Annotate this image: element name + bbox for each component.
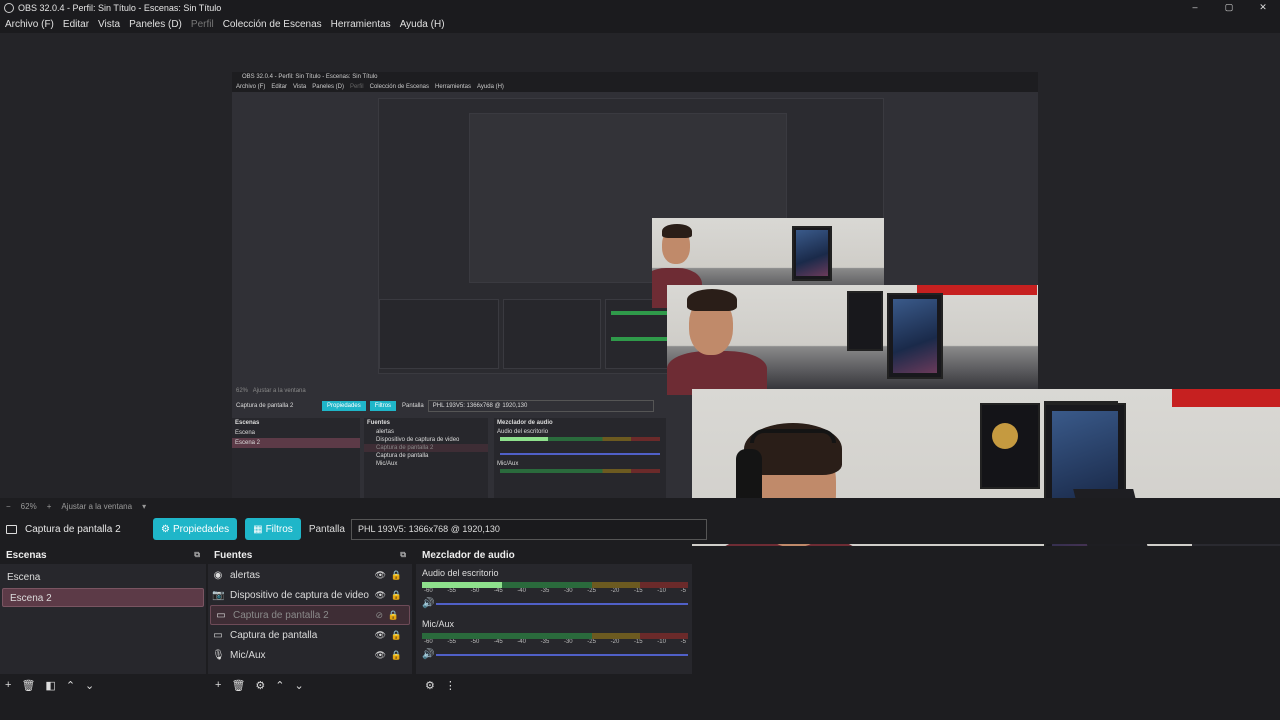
close-button[interactable]: ✕ bbox=[1246, 0, 1280, 15]
scene-item[interactable]: Escena bbox=[0, 568, 206, 587]
browser-icon: ◉ bbox=[213, 569, 223, 581]
channel-name: Audio del escritorio bbox=[422, 568, 499, 578]
move-up-icon[interactable]: ⌃ bbox=[275, 679, 284, 692]
scene-item-selected[interactable]: Escena 2 bbox=[2, 588, 204, 607]
add-source-button[interactable]: + bbox=[215, 679, 221, 691]
chevron-down-icon[interactable]: ▾ bbox=[142, 502, 146, 511]
nested-title: OBS 32.0.4 - Perfil: Sin Título - Escena… bbox=[232, 72, 1038, 82]
volume-slider[interactable] bbox=[436, 653, 688, 656]
menu-herramientas[interactable]: Herramientas bbox=[331, 19, 391, 30]
mixer-title: Mezclador de audio bbox=[422, 549, 515, 561]
channel-name: Mic/Aux bbox=[422, 619, 455, 629]
sources-title: Fuentes bbox=[214, 549, 253, 561]
menu-vista[interactable]: Vista bbox=[98, 19, 120, 30]
filters-button[interactable]: ▦ Filtros bbox=[245, 518, 301, 540]
obs-logo-icon bbox=[4, 2, 14, 13]
speaker-icon[interactable]: 🔊 bbox=[422, 598, 436, 609]
eye-hidden-icon[interactable]: ⊘ bbox=[375, 610, 383, 621]
monitor-icon: ▭ bbox=[216, 609, 226, 621]
undock-icon[interactable]: ⧉ bbox=[194, 550, 200, 560]
move-down-icon[interactable]: ⌄ bbox=[295, 679, 304, 692]
move-down-icon[interactable]: ⌄ bbox=[85, 679, 94, 692]
scale-bar: − 62% + Ajustar a la ventana ▾ bbox=[0, 498, 1280, 514]
undock-icon[interactable]: ⧉ bbox=[400, 550, 406, 560]
display-select[interactable]: PHL 193V5: 1366x768 @ 1920,130 bbox=[350, 518, 707, 540]
sources-toolbar: + 🗑 ⚙ ⌃ ⌄ bbox=[210, 674, 410, 696]
mixer-toolbar: ⚙ ⋮ bbox=[420, 674, 620, 696]
lock-icon[interactable]: 🔒 bbox=[391, 650, 402, 661]
nested-zoom: 62% Ajustar a la ventana bbox=[236, 388, 306, 394]
remove-scene-icon[interactable]: 🗑 bbox=[21, 679, 35, 692]
mic-icon: 🎙 bbox=[212, 649, 225, 661]
source-item[interactable]: ▭ Captura de pantalla 👁 🔒 bbox=[208, 625, 412, 645]
menu-ayuda[interactable]: Ayuda (H) bbox=[400, 19, 445, 30]
source-item[interactable]: 📷 Dispositivo de captura de video 👁 🔒 bbox=[208, 585, 412, 605]
zoom-out-button[interactable]: − bbox=[6, 502, 11, 511]
menu-perfil[interactable]: Perfil bbox=[191, 19, 214, 30]
volume-slider[interactable] bbox=[436, 602, 688, 605]
menu-paneles[interactable]: Paneles (D) bbox=[129, 19, 182, 30]
zoom-level: 62% bbox=[20, 501, 37, 511]
title-bar: OBS 32.0.4 - Perfil: Sin Título - Escena… bbox=[0, 0, 1280, 15]
preview-area[interactable]: OBS 32.0.4 - Perfil: Sin Título - Escena… bbox=[0, 33, 1280, 720]
window-title: OBS 32.0.4 - Perfil: Sin Título - Escena… bbox=[18, 2, 222, 13]
minimize-button[interactable]: – bbox=[1178, 0, 1212, 15]
lock-icon[interactable]: 🔒 bbox=[391, 570, 402, 581]
lock-icon[interactable]: 🔒 bbox=[391, 590, 402, 601]
audio-mixer-dock: Mezclador de audio Audio del escritorio … bbox=[416, 546, 692, 674]
selected-source-name: Captura de pantalla 2 bbox=[25, 523, 121, 535]
fit-to-window-dropdown[interactable]: Ajustar a la ventana bbox=[61, 502, 132, 511]
gear-icon: ⚙ bbox=[161, 523, 170, 535]
filter-icon: ▦ bbox=[253, 523, 263, 535]
display-label: Pantalla bbox=[308, 523, 345, 535]
nested-mixer: Mezclador de audio Audio del escritorio … bbox=[494, 418, 666, 500]
scene-filters-icon[interactable]: ◧ bbox=[45, 679, 55, 692]
sources-dock: Fuentes ⧉ ◉ alertas 👁 🔒 📷 Dispositivo de cap… bbox=[208, 546, 412, 674]
scenes-dock: Escenas ⧉ Escena Escena 2 bbox=[0, 546, 206, 674]
camera-icon: 📷 bbox=[212, 589, 225, 601]
menu-bar: Archivo (F) Editar Vista Paneles (D) Per… bbox=[0, 15, 1280, 33]
eye-icon[interactable]: 👁 bbox=[375, 570, 386, 581]
source-toolbar: Captura de pantalla 2 ⚙ Propiedades ▦ Filt… bbox=[0, 514, 1280, 544]
move-up-icon[interactable]: ⌃ bbox=[66, 679, 75, 692]
menu-editar[interactable]: Editar bbox=[63, 19, 89, 30]
remove-source-icon[interactable]: 🗑 bbox=[231, 679, 245, 692]
source-item[interactable]: 🎙 Mic/Aux 👁 🔒 bbox=[208, 645, 412, 665]
volume-meter bbox=[422, 582, 688, 588]
eye-icon[interactable]: 👁 bbox=[375, 650, 386, 661]
docks: Escenas ⧉ Escena Escena 2 + 🗑 ◧ ⌃ ⌄ Fuent… bbox=[0, 546, 1280, 720]
more-options-icon[interactable]: ⋮ bbox=[445, 679, 456, 692]
volume-meter bbox=[422, 633, 688, 639]
scenes-title: Escenas bbox=[6, 549, 47, 561]
menu-archivo[interactable]: Archivo (F) bbox=[5, 19, 54, 30]
mixer-channel: Audio del escritorio -60 -55 -50 -45 -40 -35-… bbox=[416, 564, 692, 609]
zoom-in-button[interactable]: + bbox=[47, 502, 52, 511]
lock-icon[interactable]: 🔒 bbox=[391, 630, 402, 641]
eye-icon[interactable]: 👁 bbox=[375, 590, 386, 601]
scenes-toolbar: + 🗑 ◧ ⌃ ⌄ bbox=[0, 674, 206, 696]
source-item-selected[interactable]: ▭ Captura de pantalla 2 ⊘ 🔒 bbox=[210, 605, 410, 625]
nested-sources: Fuentes alertas Dispositivo de captura d… bbox=[364, 418, 488, 500]
meter-ticks: -60 -55 -50 -45 -40 -35 -30 -25 -20 -15 -10 -5 bbox=[424, 588, 686, 594]
menu-coleccion-escenas[interactable]: Colección de Escenas bbox=[223, 19, 322, 30]
eye-icon[interactable]: 👁 bbox=[375, 630, 386, 641]
source-item[interactable]: ◉ alertas 👁 🔒 bbox=[208, 565, 412, 585]
mixer-channel: Mic/Aux -60 -55 -50 -45 -40 -35 -30 -25 -20 -15 -1… bbox=[416, 609, 692, 660]
add-scene-button[interactable]: + bbox=[5, 679, 11, 691]
maximize-button[interactable]: ▢ bbox=[1212, 0, 1246, 15]
properties-button[interactable]: ⚙ Propiedades bbox=[153, 518, 238, 540]
monitor-icon: ▭ bbox=[213, 629, 223, 641]
advanced-audio-icon[interactable]: ⚙ bbox=[425, 679, 435, 692]
meter-ticks: -60 -55 -50 -45 -40 -35 -30 -25 -20 -15 -10 -5 bbox=[424, 639, 686, 645]
nested-menu: Archivo (F) Editar Vista Paneles (D) Perfil C… bbox=[232, 82, 1038, 92]
nested-scenes: Escenas Escena Escena 2 bbox=[232, 418, 360, 500]
source-properties-icon[interactable]: ⚙ bbox=[255, 679, 265, 692]
lock-icon[interactable]: 🔒 bbox=[388, 610, 399, 621]
speaker-icon[interactable]: 🔊 bbox=[422, 649, 436, 660]
webcam-capture-medium bbox=[667, 285, 1038, 395]
monitor-icon bbox=[6, 524, 17, 534]
